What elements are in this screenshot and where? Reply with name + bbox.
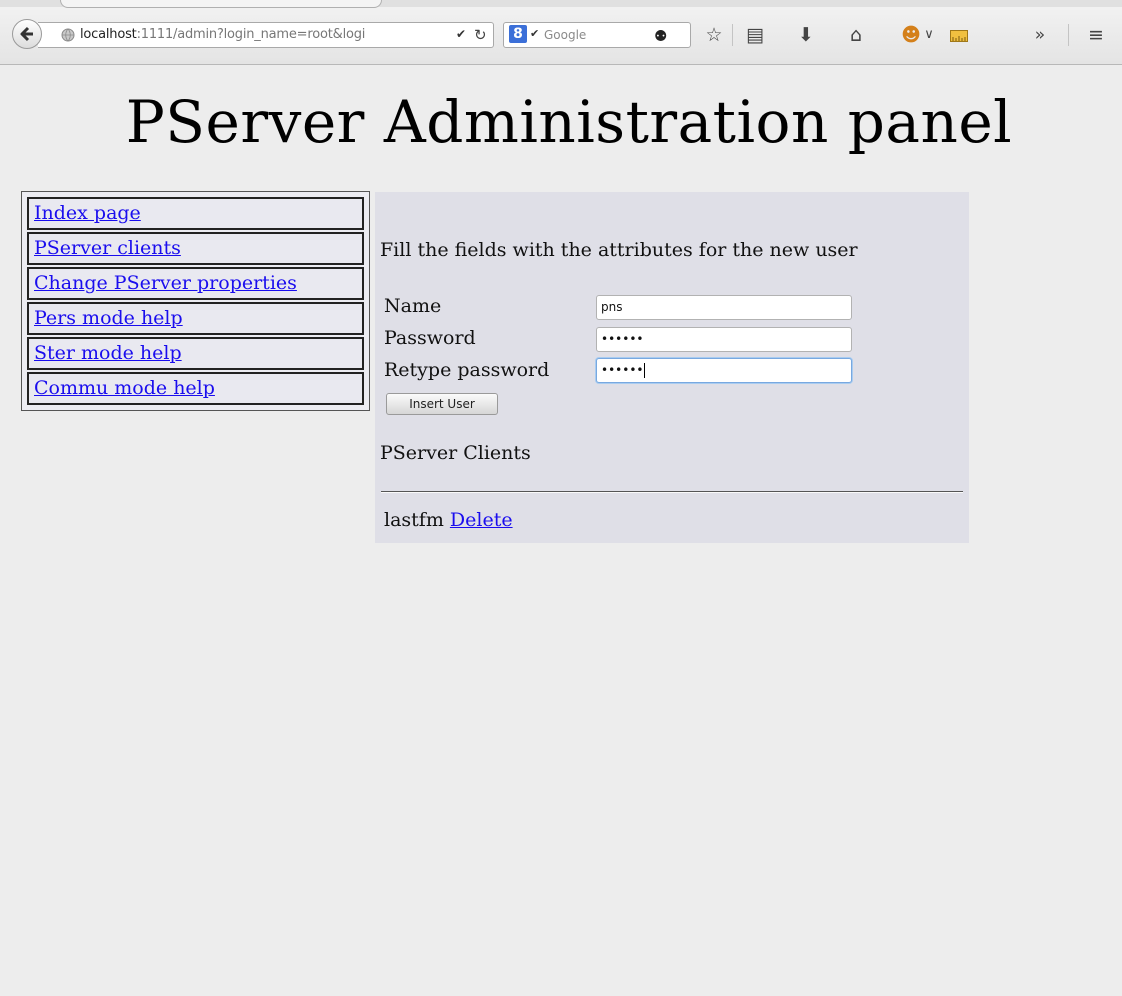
name-label: Name <box>384 295 442 317</box>
home-icon[interactable]: ⌂ <box>843 22 869 48</box>
password-input-value: •••••• <box>601 332 644 346</box>
nav-link-change-properties[interactable]: Change PServer properties <box>29 269 362 297</box>
address-bar[interactable]: localhost:1111/admin?login_name=root&log… <box>38 22 494 48</box>
password-label: Password <box>384 327 476 349</box>
globe-icon <box>61 28 75 46</box>
url-host: localhost <box>80 27 137 42</box>
ruler-addon-icon[interactable] <box>946 22 972 48</box>
search-placeholder: Google <box>544 28 587 42</box>
addon-dropdown-icon[interactable]: ∨ <box>916 22 942 48</box>
history-dropdown-icon[interactable]: ✔ <box>456 27 466 41</box>
google-engine-icon[interactable]: 8 <box>509 25 527 43</box>
download-icon[interactable]: ⬇ <box>793 22 819 48</box>
nav-cell: Index page <box>27 197 364 230</box>
engine-dropdown-icon[interactable]: ✔ <box>530 27 539 40</box>
name-input[interactable]: pns <box>596 295 852 320</box>
overflow-chevron-icon[interactable]: » <box>1027 22 1053 48</box>
client-row: lastfm Delete <box>384 509 513 531</box>
clients-heading: PServer Clients <box>380 442 531 464</box>
reading-list-icon[interactable]: ▤ <box>742 22 768 48</box>
search-icon[interactable]: ⚉ <box>654 27 667 45</box>
nav-cell: PServer clients <box>27 232 364 265</box>
toolbar-separator <box>732 24 733 46</box>
nav-link-commu-mode-help[interactable]: Commu mode help <box>29 374 362 402</box>
bookmark-star-icon[interactable]: ☆ <box>701 22 727 48</box>
divider <box>381 491 963 493</box>
delete-client-link[interactable]: Delete <box>450 509 513 531</box>
browser-toolbar: localhost:1111/admin?login_name=root&log… <box>0 0 1122 65</box>
content-panel: Fill the fields with the attributes for … <box>375 192 969 543</box>
retype-password-value: •••••• <box>601 363 644 377</box>
nav-cell: Ster mode help <box>27 337 364 370</box>
retype-password-label: Retype password <box>384 359 550 381</box>
page-title: PServer Administration panel <box>125 88 1013 156</box>
nav-link-pserver-clients[interactable]: PServer clients <box>29 234 362 262</box>
nav-cell: Pers mode help <box>27 302 364 335</box>
reload-icon[interactable]: ↻ <box>474 26 487 44</box>
nav-cell: Change PServer properties <box>27 267 364 300</box>
nav-link-pers-mode-help[interactable]: Pers mode help <box>29 304 362 332</box>
search-bar[interactable]: 8 ✔ Google ⚉ <box>503 22 691 48</box>
url-path: :1111/admin?login_name=root&logi <box>136 27 366 42</box>
nav-link-ster-mode-help[interactable]: Ster mode help <box>29 339 362 367</box>
nav-menu: Index page PServer clients Change PServe… <box>21 191 370 411</box>
back-button[interactable] <box>12 19 42 49</box>
text-caret <box>644 363 646 378</box>
toolbar-separator <box>1068 24 1069 46</box>
insert-user-button[interactable]: Insert User <box>386 393 498 415</box>
back-arrow-icon <box>20 26 33 42</box>
nav-cell: Commu mode help <box>27 372 364 405</box>
retype-password-input[interactable]: •••••• <box>596 358 852 383</box>
active-tab[interactable] <box>60 0 382 8</box>
form-intro-text: Fill the fields with the attributes for … <box>380 239 858 261</box>
tab-strip <box>0 0 1122 8</box>
hamburger-menu-icon[interactable]: ≡ <box>1083 22 1109 48</box>
url-text[interactable]: localhost:1111/admin?login_name=root&log… <box>80 27 450 42</box>
client-name: lastfm <box>384 509 444 531</box>
nav-link-index-page[interactable]: Index page <box>29 199 362 227</box>
password-input[interactable]: •••••• <box>596 327 852 352</box>
name-input-value: pns <box>601 300 623 314</box>
